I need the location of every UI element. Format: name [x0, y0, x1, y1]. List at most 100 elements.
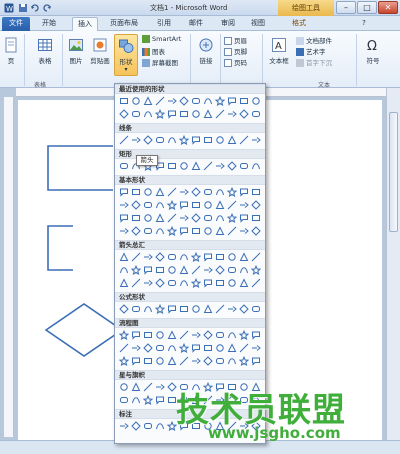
shape-option-icon[interactable] — [215, 161, 225, 171]
shape-option-icon[interactable] — [227, 356, 237, 366]
header-button[interactable]: 页眉 — [224, 35, 247, 45]
shape-option-icon[interactable] — [226, 212, 238, 224]
shape-option-icon[interactable] — [131, 343, 141, 353]
shape-option-icon[interactable] — [239, 226, 249, 236]
shape-option-icon[interactable] — [191, 330, 201, 340]
shape-option-icon[interactable] — [131, 356, 141, 366]
shape-option-icon[interactable] — [143, 343, 153, 353]
shape-option-icon[interactable] — [239, 265, 249, 275]
shape-option-icon[interactable] — [143, 421, 153, 431]
tab-insert[interactable]: 插入 — [72, 17, 98, 31]
shape-option-icon[interactable] — [191, 161, 201, 171]
redo-icon[interactable] — [42, 3, 52, 13]
shape-option-icon[interactable] — [143, 330, 153, 340]
shape-option-icon[interactable] — [167, 252, 177, 262]
shape-option-icon[interactable] — [191, 304, 201, 314]
shape-option-icon[interactable] — [251, 356, 261, 366]
shape-option-icon[interactable] — [167, 356, 177, 366]
shape-option-icon[interactable] — [226, 186, 238, 198]
shape-option-icon[interactable] — [239, 96, 249, 106]
shape-option-icon[interactable] — [131, 200, 141, 210]
table-button[interactable]: 表格 — [34, 37, 56, 65]
shape-option-icon[interactable] — [190, 251, 202, 263]
shape-option-icon[interactable] — [143, 226, 153, 236]
rectangle-shape-outline[interactable] — [47, 145, 113, 191]
shape-option-icon[interactable] — [178, 134, 190, 146]
shape-option-icon[interactable] — [227, 161, 237, 171]
screenshot-button[interactable]: 屏幕截图 — [142, 57, 178, 67]
shape-option-icon[interactable] — [227, 252, 237, 262]
shape-option-icon[interactable] — [191, 135, 201, 145]
shape-option-icon[interactable] — [143, 187, 153, 197]
shape-option-icon[interactable] — [119, 265, 129, 275]
shape-option-icon[interactable] — [119, 135, 129, 145]
shape-option-icon[interactable] — [118, 329, 130, 341]
shape-option-icon[interactable] — [118, 355, 130, 367]
shape-option-icon[interactable] — [167, 278, 177, 288]
close-button[interactable]: ✕ — [378, 1, 398, 14]
tab-view[interactable]: 视图 — [246, 17, 270, 31]
shape-option-icon[interactable] — [203, 135, 213, 145]
shape-option-icon[interactable] — [178, 342, 190, 354]
shape-option-icon[interactable] — [203, 330, 213, 340]
shape-option-icon[interactable] — [191, 109, 201, 119]
shape-option-icon[interactable] — [143, 135, 153, 145]
shape-option-icon[interactable] — [155, 200, 165, 210]
shape-option-icon[interactable] — [215, 265, 225, 275]
chart-button[interactable]: 图表 — [142, 46, 165, 56]
shape-option-icon[interactable] — [191, 187, 201, 197]
shape-option-icon[interactable] — [179, 278, 189, 288]
shape-option-icon[interactable] — [239, 135, 249, 145]
shape-option-icon[interactable] — [215, 278, 225, 288]
shape-option-icon[interactable] — [167, 187, 177, 197]
shape-option-icon[interactable] — [154, 108, 166, 120]
shape-option-icon[interactable] — [239, 252, 249, 262]
shape-option-icon[interactable] — [166, 225, 178, 237]
shape-option-icon[interactable] — [215, 187, 225, 197]
shape-option-icon[interactable] — [203, 278, 213, 288]
shape-option-icon[interactable] — [251, 109, 261, 119]
word-app-icon[interactable]: W — [4, 3, 14, 13]
shape-option-icon[interactable] — [251, 252, 261, 262]
shape-option-icon[interactable] — [142, 394, 154, 406]
shape-option-icon[interactable] — [131, 226, 141, 236]
shape-option-icon[interactable] — [239, 200, 249, 210]
shape-option-icon[interactable] — [119, 382, 129, 392]
shape-option-icon[interactable] — [227, 96, 237, 106]
shape-option-icon[interactable] — [251, 304, 261, 314]
shape-option-icon[interactable] — [179, 356, 189, 366]
shape-option-icon[interactable] — [131, 304, 141, 314]
shape-option-icon[interactable] — [131, 252, 141, 262]
shape-option-icon[interactable] — [155, 96, 165, 106]
shape-option-icon[interactable] — [131, 278, 141, 288]
shape-option-icon[interactable] — [227, 226, 237, 236]
shape-option-icon[interactable] — [131, 109, 141, 119]
shape-option-icon[interactable] — [215, 135, 225, 145]
shape-option-icon[interactable] — [167, 304, 177, 314]
shape-option-icon[interactable] — [119, 109, 129, 119]
shape-option-icon[interactable] — [143, 252, 153, 262]
shape-option-icon[interactable] — [190, 277, 202, 289]
shape-option-icon[interactable] — [119, 226, 129, 236]
shape-option-icon[interactable] — [130, 264, 142, 276]
shape-option-icon[interactable] — [203, 226, 213, 236]
shape-option-icon[interactable] — [131, 96, 141, 106]
smartart-button[interactable]: SmartArt — [142, 35, 181, 43]
shape-option-icon[interactable] — [251, 213, 261, 223]
shape-option-icon[interactable] — [203, 213, 213, 223]
shape-option-icon[interactable] — [155, 187, 165, 197]
shape-option-icon[interactable] — [131, 382, 141, 392]
tab-home[interactable]: 开始 — [36, 17, 62, 31]
bracket-shape-outline[interactable] — [47, 225, 73, 271]
vertical-scrollbar[interactable] — [386, 88, 400, 454]
shape-option-icon[interactable] — [215, 226, 225, 236]
shape-option-icon[interactable] — [214, 95, 226, 107]
footer-button[interactable]: 页脚 — [224, 46, 247, 56]
shape-option-icon[interactable] — [191, 96, 201, 106]
shape-option-icon[interactable] — [203, 265, 213, 275]
shape-option-icon[interactable] — [179, 187, 189, 197]
shape-option-icon[interactable] — [227, 330, 237, 340]
shape-option-icon[interactable] — [179, 96, 189, 106]
shape-option-icon[interactable] — [239, 161, 249, 171]
quick-parts-button[interactable]: 文档部件 — [296, 35, 332, 45]
